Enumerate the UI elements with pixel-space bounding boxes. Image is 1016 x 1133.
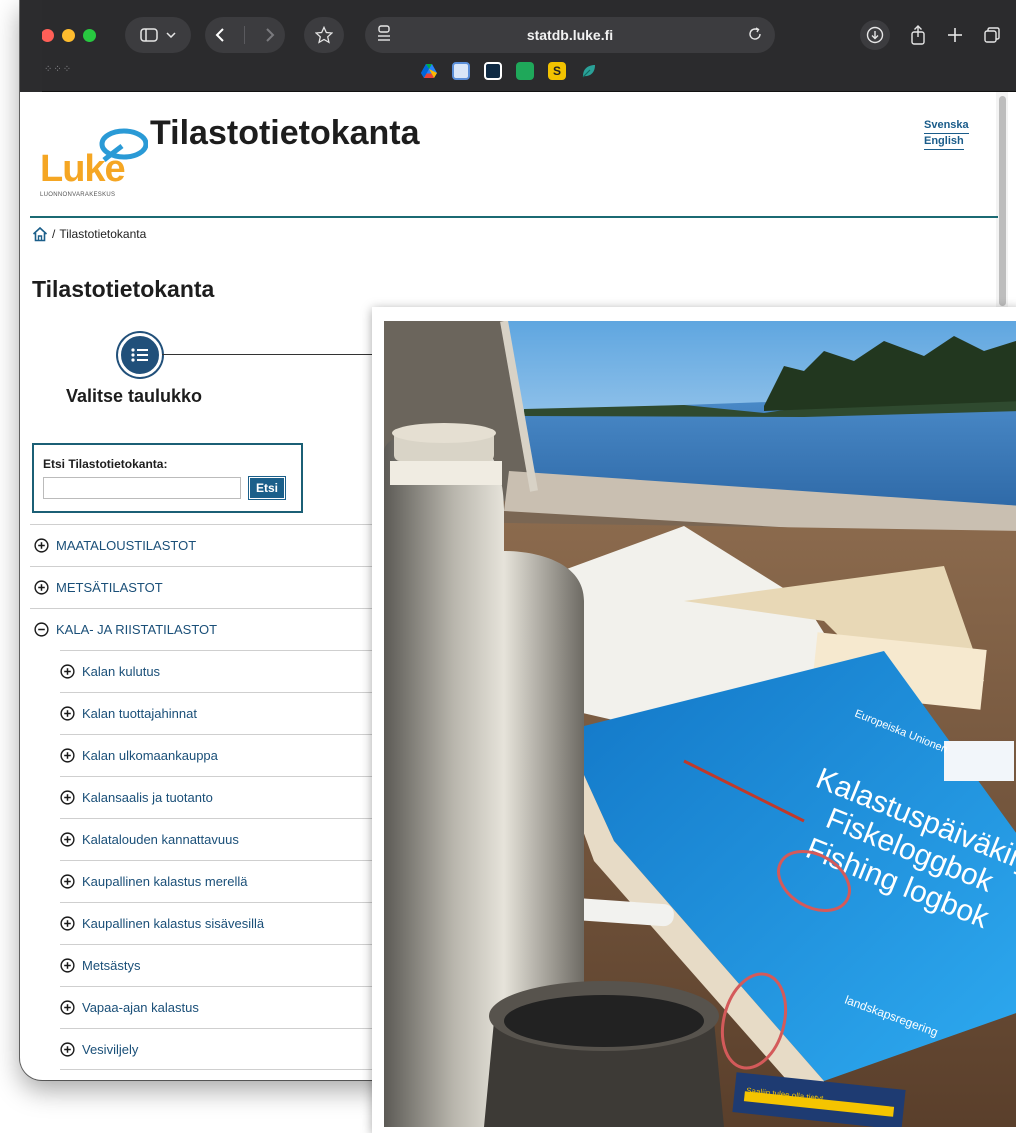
logbook-photo: Kalastuspäiväkirja Fiskeloggbok Fishing … bbox=[384, 321, 1016, 1127]
minimize-window-button[interactable] bbox=[62, 29, 75, 42]
bookmark-s-icon[interactable]: S bbox=[548, 62, 566, 80]
close-window-button[interactable] bbox=[41, 29, 54, 42]
tree-item-label: Kalan kulutus bbox=[82, 664, 161, 679]
history-nav bbox=[205, 17, 285, 53]
breadcrumb-separator: / bbox=[52, 227, 56, 241]
bookmarks-bar: S bbox=[420, 62, 598, 80]
forward-icon[interactable] bbox=[265, 27, 275, 43]
language-link-english[interactable]: English bbox=[924, 134, 964, 150]
sidebar-toggle-button[interactable] bbox=[125, 17, 191, 53]
tree-item-label: Vapaa-ajan kalastus bbox=[82, 1000, 199, 1015]
zoom-window-button[interactable] bbox=[83, 29, 96, 42]
expand-icon[interactable] bbox=[60, 664, 75, 679]
table-tree: MAATALOUSTILASTOT METSÄTILASTOT KALA- JA R… bbox=[30, 524, 402, 1070]
reader-icon[interactable] bbox=[377, 25, 391, 43]
tree-item-label: Kalansaalis ja tuotanto bbox=[82, 790, 213, 805]
search-label: Etsi Tilastotietokanta: bbox=[43, 457, 168, 471]
breadcrumb: / Tilastotietokanta bbox=[32, 226, 146, 242]
tree-item-label: MAATALOUSTILASTOT bbox=[56, 538, 197, 553]
tree-item-label: Vesiviljely bbox=[82, 1041, 139, 1057]
url-text: statdb.luke.fi bbox=[526, 27, 614, 43]
logo[interactable]: Luke bbox=[40, 148, 126, 191]
expand-icon[interactable] bbox=[60, 748, 75, 763]
drive-icon[interactable] bbox=[420, 62, 438, 80]
reload-icon[interactable] bbox=[747, 26, 763, 42]
expand-icon[interactable] bbox=[60, 874, 75, 889]
tree-item-label: Kaupallinen kalastus sisävesillä bbox=[82, 916, 265, 931]
expand-icon[interactable] bbox=[60, 1000, 75, 1015]
boat-cabin-scene: Kalastuspäiväkirja Fiskeloggbok Fishing … bbox=[384, 321, 1016, 1127]
logo-subtext: LUONNONVARAKESKUS bbox=[40, 192, 116, 198]
bookmark-o-icon[interactable] bbox=[484, 62, 502, 80]
step-label: Valitse taulukko bbox=[66, 386, 203, 406]
expand-icon[interactable] bbox=[60, 1041, 75, 1057]
search-input[interactable] bbox=[43, 477, 241, 499]
expand-icon[interactable] bbox=[60, 832, 75, 847]
download-icon bbox=[866, 26, 883, 44]
home-icon[interactable] bbox=[32, 226, 48, 242]
tree-item[interactable]: Kalatalouden kannattavuus bbox=[60, 818, 402, 860]
tree-item[interactable]: Kalan ulkomaankauppa bbox=[60, 734, 402, 776]
expand-icon[interactable] bbox=[34, 580, 49, 595]
expand-icon[interactable] bbox=[34, 538, 49, 553]
tree-item[interactable]: Metsästys bbox=[60, 944, 402, 986]
tree-item-label: Kalan ulkomaankauppa bbox=[82, 748, 218, 763]
header-divider bbox=[30, 216, 998, 218]
browser-toolbar: statdb.luke.fi ⁘⁘⁘ S bbox=[20, 0, 1016, 92]
tree-item[interactable]: Kaupallinen kalastus sisävesillä bbox=[60, 902, 402, 944]
bookmark-link-icon[interactable] bbox=[452, 62, 470, 80]
language-link-svenska[interactable]: Svenska bbox=[924, 118, 969, 134]
list-icon bbox=[131, 348, 148, 362]
expand-icon[interactable] bbox=[60, 916, 75, 931]
share-icon[interactable] bbox=[909, 24, 927, 46]
step-indicator bbox=[118, 333, 162, 377]
collapse-icon[interactable] bbox=[34, 622, 49, 637]
expand-icon[interactable] bbox=[60, 790, 75, 805]
page-title: Tilastotietokanta bbox=[32, 276, 215, 302]
toolbar-right bbox=[850, 17, 1010, 53]
apps-grid-icon[interactable]: ⁘⁘⁘ bbox=[44, 64, 72, 75]
step-connector bbox=[162, 354, 402, 355]
breadcrumb-current: Tilastotietokanta bbox=[59, 227, 147, 241]
site-title: Tilastotietokanta bbox=[150, 114, 420, 152]
chevron-down-icon bbox=[166, 32, 176, 38]
tree-item-label: Kaupallinen kalastus merellä bbox=[82, 874, 248, 889]
tree-item[interactable]: Vapaa-ajan kalastus bbox=[60, 986, 402, 1028]
sidebar-icon bbox=[140, 28, 158, 42]
bookmark-leaf-icon[interactable] bbox=[580, 62, 598, 80]
divider bbox=[244, 26, 246, 44]
favorite-button[interactable] bbox=[304, 17, 344, 53]
tree-item[interactable]: Vesiviljely bbox=[60, 1028, 402, 1070]
tree-item[interactable]: Kaupallinen kalastus merellä bbox=[60, 860, 402, 902]
search-button[interactable]: Etsi bbox=[247, 476, 287, 500]
scrollbar-thumb[interactable] bbox=[999, 96, 1006, 306]
tree-item-label: KALA- JA RIISTATILASTOT bbox=[56, 622, 218, 637]
tree-item-label: Kalatalouden kannattavuus bbox=[82, 832, 239, 847]
bookmark-paikkis-icon[interactable] bbox=[516, 62, 534, 80]
back-icon[interactable] bbox=[215, 27, 225, 43]
expand-icon[interactable] bbox=[60, 706, 75, 721]
tree-item[interactable]: Kalansaalis ja tuotanto bbox=[60, 776, 402, 818]
expand-icon[interactable] bbox=[60, 958, 75, 973]
downloads-button[interactable] bbox=[859, 20, 890, 50]
tree-item-label: METSÄTILASTOT bbox=[56, 580, 163, 595]
tab-overview-icon[interactable] bbox=[983, 26, 1001, 44]
new-tab-icon[interactable] bbox=[946, 26, 964, 44]
tree-item[interactable]: KALA- JA RIISTATILASTOT bbox=[30, 608, 402, 650]
tree-item-label: Metsästys bbox=[82, 958, 141, 973]
tree-item[interactable]: Kalan tuottajahinnat bbox=[60, 692, 402, 734]
star-icon bbox=[315, 26, 333, 44]
tree-item[interactable]: METSÄTILASTOT bbox=[30, 566, 402, 608]
search-panel: Etsi Tilastotietokanta: Etsi bbox=[32, 443, 303, 513]
tree-item-label: Kalan tuottajahinnat bbox=[82, 706, 197, 721]
language-switcher: Svenska English bbox=[924, 118, 969, 150]
tree-item[interactable]: Kalan kulutus bbox=[60, 650, 402, 692]
tree-item[interactable]: MAATALOUSTILASTOT bbox=[30, 524, 402, 566]
photo-overlay: Kalastuspäiväkirja Fiskeloggbok Fishing … bbox=[372, 307, 1016, 1133]
address-bar[interactable]: statdb.luke.fi bbox=[365, 17, 775, 53]
